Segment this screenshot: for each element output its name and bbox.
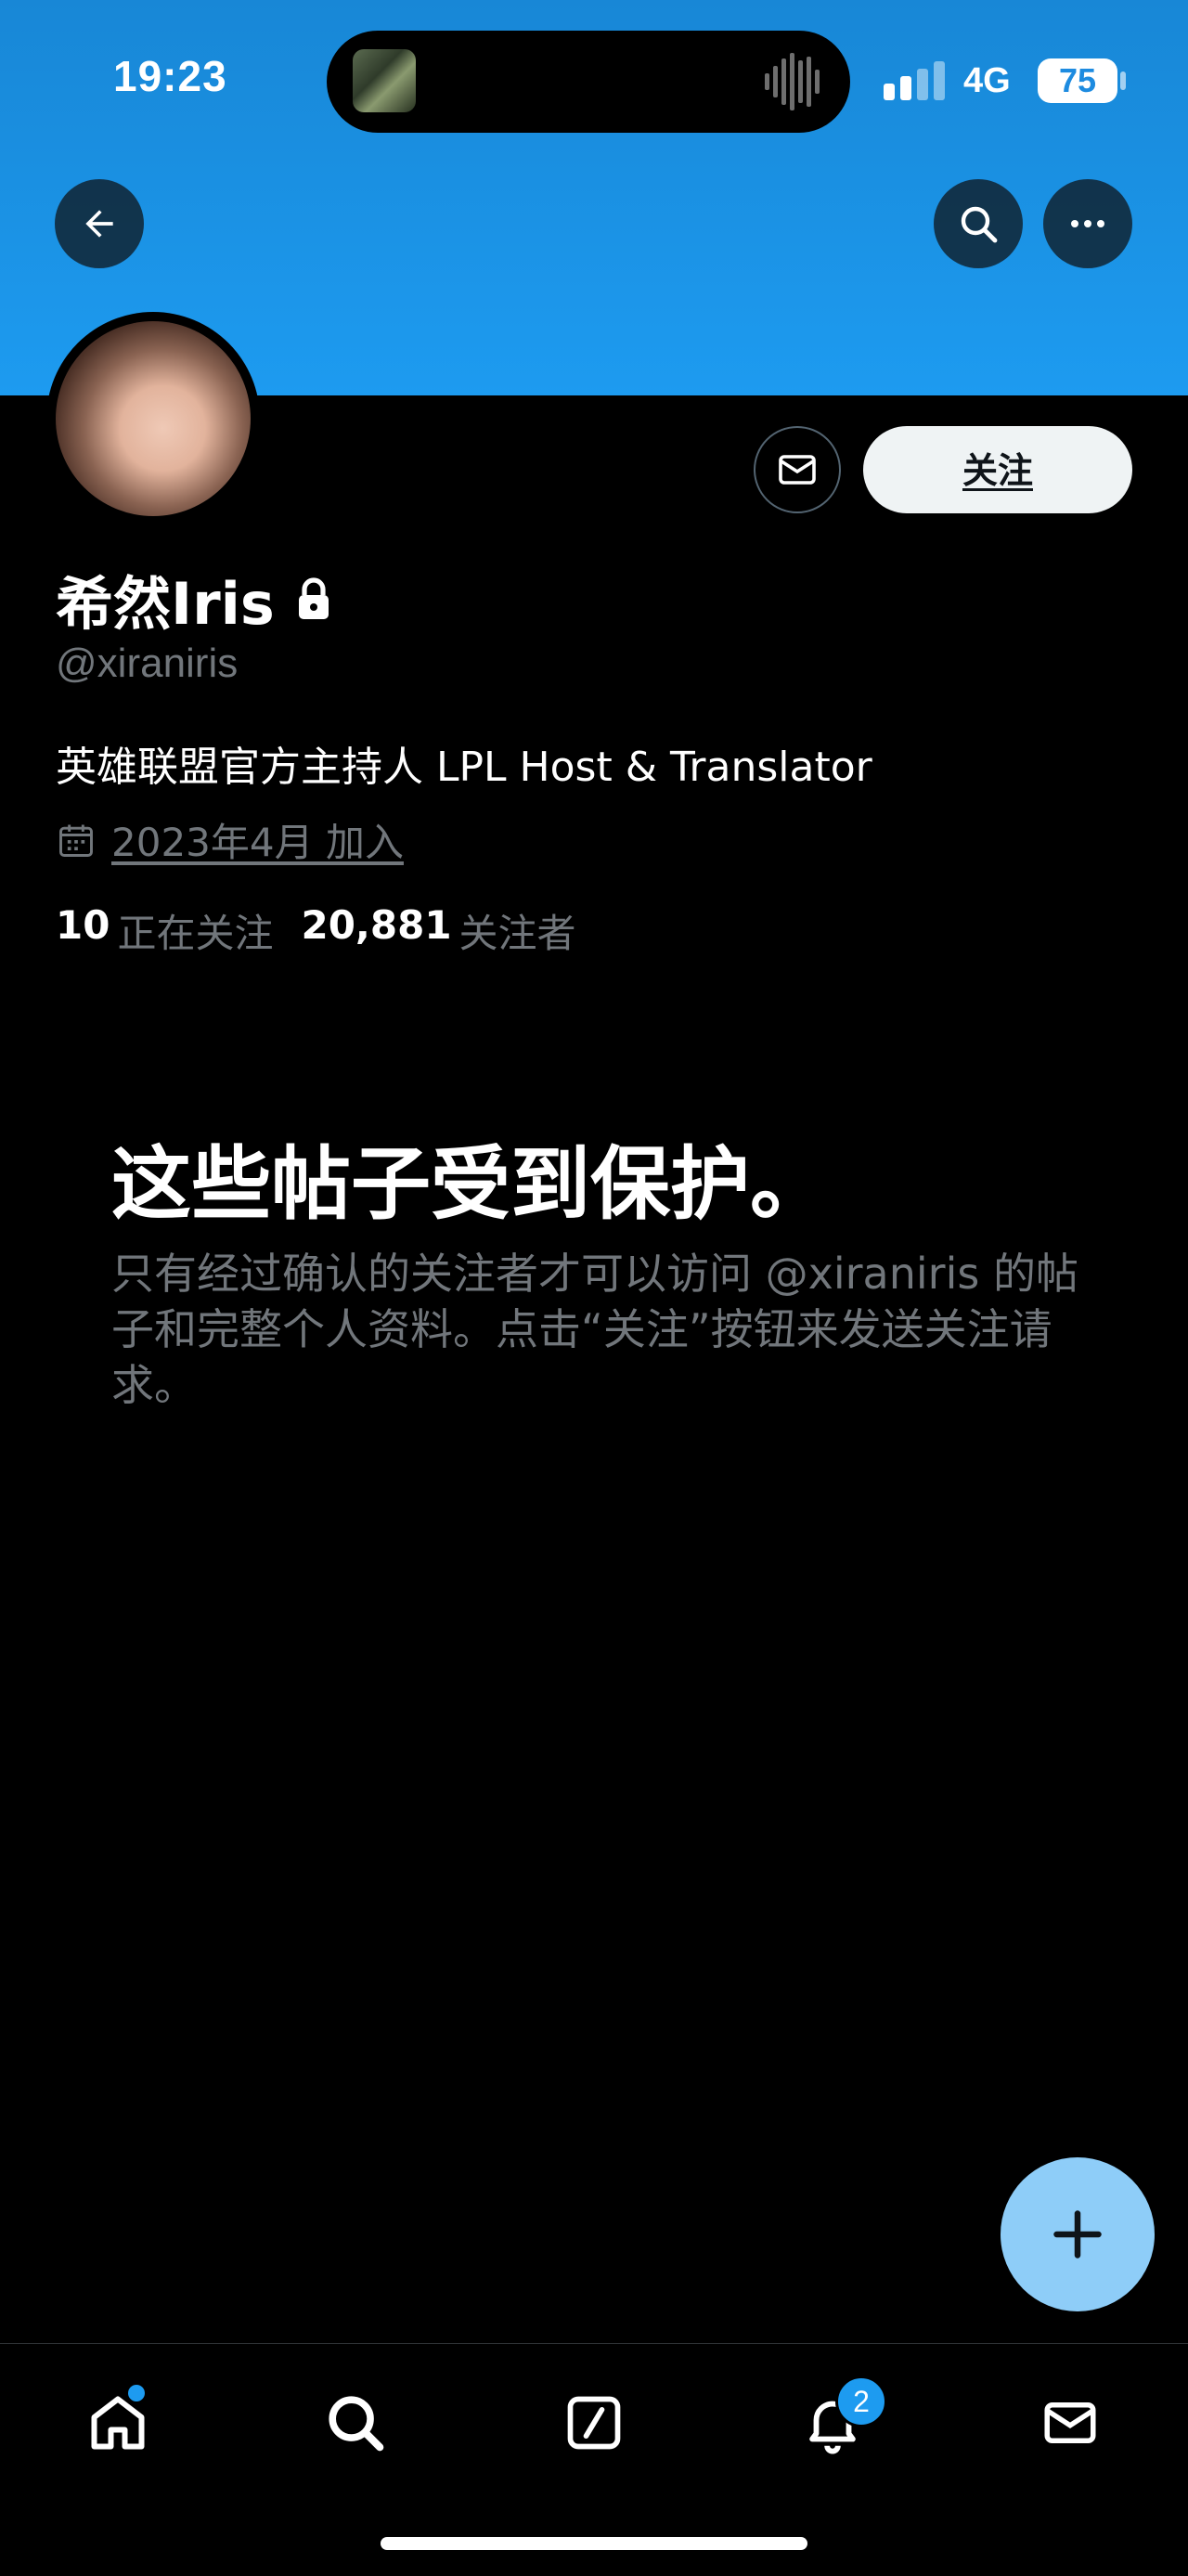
following-label[interactable]: 正在关注	[117, 902, 273, 959]
nav-compose[interactable]	[543, 2372, 645, 2474]
mail-icon	[779, 455, 816, 485]
notifications-badge: 2	[835, 2375, 887, 2427]
battery-nub	[1120, 71, 1126, 90]
back-button[interactable]	[55, 179, 144, 268]
battery-indicator: 75	[1038, 58, 1117, 103]
more-icon	[1071, 220, 1104, 227]
nav-home[interactable]	[67, 2372, 169, 2474]
search-icon	[961, 206, 998, 243]
dynamic-island[interactable]	[327, 31, 850, 133]
nav-messages[interactable]	[1019, 2372, 1121, 2474]
following-count[interactable]: 10	[56, 902, 110, 959]
display-name: 希然Iris	[56, 570, 275, 638]
more-button[interactable]	[1043, 179, 1132, 268]
follow-counts: 10 正在关注 20,881 关注者	[56, 902, 597, 959]
home-unread-dot	[128, 2385, 145, 2401]
search-icon	[329, 2396, 384, 2452]
mail-icon	[1044, 2402, 1096, 2443]
protected-body: 只有经过确认的关注者才可以访问 @xiraniris 的帖子和完整个人资料。点击…	[111, 1249, 1078, 1410]
status-time: 19:23	[113, 52, 227, 100]
compose-icon	[567, 2396, 621, 2450]
follow-button[interactable]: 关注	[863, 426, 1132, 513]
nav-notifications[interactable]: 2	[781, 2372, 887, 2474]
protected-title: 这些帖子受到保护。	[111, 1138, 830, 1231]
audio-wave-icon	[765, 53, 820, 110]
message-button[interactable]	[754, 426, 841, 513]
signal-icon	[884, 61, 945, 100]
lock-icon	[291, 575, 336, 623]
now-playing-thumbnail	[353, 49, 416, 112]
followers-label[interactable]: 关注者	[459, 902, 576, 959]
handle: @xiraniris	[56, 641, 239, 686]
plus-icon	[1053, 2210, 1102, 2259]
avatar[interactable]	[46, 312, 260, 525]
joined-text[interactable]: 2023年4月 加入	[111, 811, 404, 868]
display-name-row: 希然Iris	[56, 557, 336, 641]
bio: 英雄联盟官方主持人 LPL Host & Translator	[56, 744, 872, 791]
nav-search[interactable]	[304, 2372, 407, 2474]
avatar-image	[56, 321, 251, 516]
followers-count[interactable]: 20,881	[301, 902, 451, 959]
home-indicator[interactable]	[381, 2537, 807, 2550]
joined-date: 2023年4月 加入	[56, 811, 404, 868]
calendar-icon	[59, 824, 93, 857]
search-button[interactable]	[934, 179, 1023, 268]
back-arrow-icon	[85, 210, 113, 238]
network-type: 4G	[963, 61, 1011, 100]
compose-fab[interactable]	[1001, 2157, 1155, 2311]
